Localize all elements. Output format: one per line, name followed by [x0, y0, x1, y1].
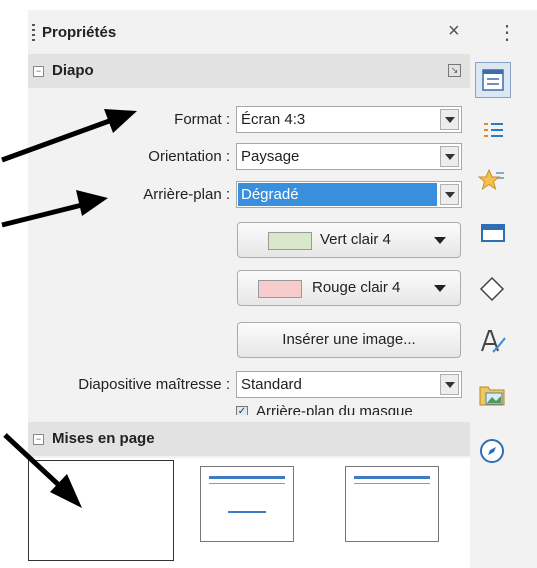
dropdown-arrow-icon: [434, 285, 446, 292]
tab-font-style[interactable]: [475, 324, 511, 360]
layout-content-bar: [228, 511, 266, 513]
layout-item[interactable]: [200, 466, 294, 542]
master-slide-label: Diapositive maîtresse :: [78, 376, 230, 393]
font-style-icon: [481, 330, 506, 353]
diapo-collapse-icon[interactable]: −: [33, 66, 44, 77]
gradient-color-2-label: Rouge clair 4: [312, 279, 401, 296]
tab-shapes[interactable]: [475, 272, 511, 308]
tab-slide-transition[interactable]: [475, 216, 511, 252]
chevron-down-icon[interactable]: [440, 374, 459, 395]
layout-title-bar: [354, 476, 430, 479]
orientation-select[interactable]: Paysage: [236, 143, 462, 170]
background-value: Dégradé: [241, 186, 299, 203]
tab-navigator[interactable]: [475, 434, 511, 470]
orientation-value: Paysage: [241, 148, 300, 165]
format-select[interactable]: Écran 4:3: [236, 106, 462, 133]
sidebar-menu-icon[interactable]: ⋮: [497, 20, 517, 45]
color-swatch: [258, 280, 302, 298]
color-swatch: [268, 232, 312, 250]
master-slide-value: Standard: [241, 376, 302, 393]
master-bg-checkbox-row[interactable]: ✓ Arrière-plan du masque: [236, 404, 462, 415]
chevron-down-icon[interactable]: [440, 146, 459, 167]
gradient-color-2-button[interactable]: Rouge clair 4: [237, 270, 461, 306]
layout-item[interactable]: [345, 466, 439, 542]
tab-properties[interactable]: [475, 62, 511, 98]
insert-image-button[interactable]: Insérer une image...: [237, 322, 461, 358]
master-slide-select[interactable]: Standard: [236, 371, 462, 398]
diapo-section-title: Diapo: [52, 62, 94, 79]
panel-grip-handle[interactable]: [32, 24, 35, 42]
gallery-icon: [479, 386, 505, 406]
annotation-arrow-format: [1, 109, 137, 163]
layout-title-bar: [209, 476, 285, 479]
slide-transition-icon: [481, 224, 505, 242]
background-select[interactable]: Dégradé: [236, 181, 462, 208]
close-icon[interactable]: ×: [448, 20, 460, 43]
styles-icon: [484, 123, 503, 137]
layout-divider: [354, 483, 430, 484]
diapo-section-header[interactable]: [28, 54, 470, 88]
star-icon: [477, 168, 504, 191]
more-options-icon[interactable]: ↘: [448, 64, 461, 77]
chevron-down-icon[interactable]: [440, 109, 459, 130]
master-bg-checkbox[interactable]: ✓: [236, 406, 248, 415]
panel-title: Propriétés: [42, 24, 117, 41]
master-bg-checkbox-label: Arrière-plan du masque: [256, 404, 413, 415]
chevron-down-icon[interactable]: [440, 184, 459, 205]
shapes-icon: [479, 276, 505, 302]
layout-divider: [209, 483, 285, 484]
tab-styles[interactable]: [475, 114, 511, 150]
properties-icon: [482, 69, 504, 91]
gradient-color-1-button[interactable]: Vert clair 4: [237, 222, 461, 258]
tab-gallery[interactable]: [475, 378, 511, 414]
gradient-color-1-label: Vert clair 4: [320, 231, 391, 248]
format-value: Écran 4:3: [241, 111, 306, 128]
insert-image-label: Insérer une image...: [282, 331, 416, 348]
annotation-arrow-layouts: [3, 433, 82, 508]
tab-animation[interactable]: [475, 164, 511, 200]
dropdown-arrow-icon: [434, 237, 446, 244]
annotation-arrow-background: [1, 190, 108, 228]
navigator-icon: [480, 439, 504, 463]
